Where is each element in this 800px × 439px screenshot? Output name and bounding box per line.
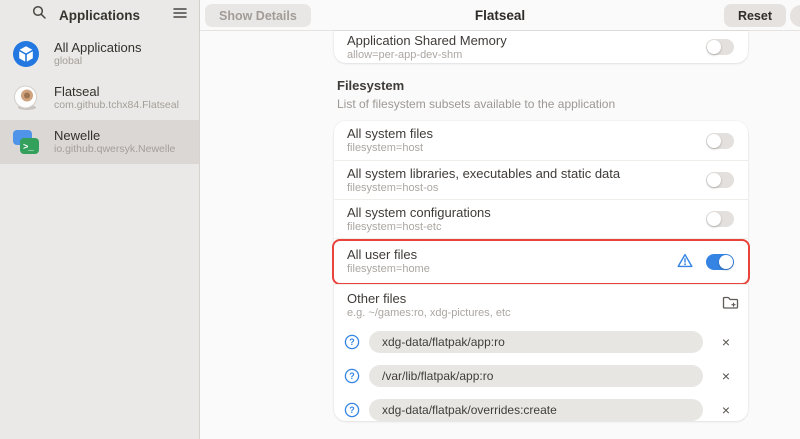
sidebar-item-newelle[interactable]: >_ Newelle io.github.qwersyk.Newelle xyxy=(0,120,199,164)
app-name: Flatseal xyxy=(54,84,179,99)
filesystem-entry-input[interactable] xyxy=(369,365,703,387)
filesystem-host-etc-toggle[interactable] xyxy=(706,211,734,227)
filesystem-section-title: Filesystem xyxy=(337,78,404,93)
toggle-knob xyxy=(707,212,721,226)
permission-subtitle: filesystem=host-os xyxy=(347,182,748,195)
sidebar-item-flatseal[interactable]: Flatseal com.github.tchx84.Flatseal xyxy=(0,76,199,120)
primary-menu-button[interactable] xyxy=(790,5,800,27)
filesystem-entry-input[interactable] xyxy=(369,399,703,421)
flatseal-app-icon xyxy=(12,84,40,112)
sidebar-menu-button[interactable] xyxy=(169,4,191,26)
permission-row-system-configurations: All system configurations filesystem=hos… xyxy=(334,199,748,238)
filesystem-section-description: List of filesystem subsets available to … xyxy=(337,97,615,111)
remove-entry-button[interactable]: × xyxy=(718,366,734,386)
permission-subtitle: filesystem=host-etc xyxy=(347,221,748,234)
permission-row-system-libraries: All system libraries, executables and st… xyxy=(334,160,748,199)
headerbar: Show Details Flatseal Reset xyxy=(200,0,800,31)
filesystem-entry-row: ? × xyxy=(334,331,748,353)
permission-title: All system configurations xyxy=(347,205,748,221)
app-id: com.github.tchx84.Flatseal xyxy=(54,99,179,112)
other-files-title: Other files xyxy=(347,291,748,307)
app-name: Newelle xyxy=(54,128,175,143)
help-button[interactable]: ? xyxy=(344,402,360,418)
app-name: All Applications xyxy=(54,40,141,55)
other-files-entries: ? × ? × ? × xyxy=(334,322,748,421)
filesystem-card: All system files filesystem=host All sys… xyxy=(334,121,748,421)
other-files-row: Other files e.g. ~/games:ro, xdg-picture… xyxy=(334,284,748,322)
newelle-app-icon: >_ xyxy=(12,128,40,156)
permission-row-all-system-files: All system files filesystem=host xyxy=(334,121,748,160)
svg-text:>_: >_ xyxy=(23,143,34,153)
close-icon: × xyxy=(722,368,730,384)
filesystem-home-toggle[interactable] xyxy=(706,254,734,270)
permission-subtitle: allow=per-app-dev-shm xyxy=(347,49,748,62)
filesystem-entry-row: ? × xyxy=(334,399,748,421)
sidebar-item-text: All Applications global xyxy=(54,40,141,68)
filesystem-host-toggle[interactable] xyxy=(706,133,734,149)
sidebar-item-text: Flatseal com.github.tchx84.Flatseal xyxy=(54,84,179,112)
remove-entry-button[interactable]: × xyxy=(718,332,734,352)
help-button[interactable]: ? xyxy=(344,334,360,350)
app-id: global xyxy=(54,55,141,68)
permission-subtitle: filesystem=host xyxy=(347,142,748,155)
other-files-subtitle: e.g. ~/games:ro, xdg-pictures, etc xyxy=(347,307,748,320)
svg-text:?: ? xyxy=(349,337,355,347)
app-id: io.github.qwersyk.Newelle xyxy=(54,143,175,156)
application-list: All Applications global Flatseal com.git… xyxy=(0,32,199,164)
sidebar-item-all-applications[interactable]: All Applications global xyxy=(0,32,199,76)
window-title: Flatseal xyxy=(200,8,800,23)
svg-text:?: ? xyxy=(349,405,355,415)
svg-text:?: ? xyxy=(349,371,355,381)
sidebar-header: Applications xyxy=(0,0,199,31)
reset-button[interactable]: Reset xyxy=(724,4,786,27)
help-button[interactable]: ? xyxy=(344,368,360,384)
shared-memory-card: Application Shared Memory allow=per-app-… xyxy=(334,31,748,63)
permission-title: All system files xyxy=(347,126,748,142)
permission-title: Application Shared Memory xyxy=(347,33,748,49)
applications-sidebar: Applications All Applicatio xyxy=(0,0,200,439)
close-icon: × xyxy=(722,334,730,350)
toggle-knob xyxy=(707,40,721,54)
warning-icon xyxy=(677,253,693,273)
permission-title: All system libraries, executables and st… xyxy=(347,166,748,182)
filesystem-entry-row: ? × xyxy=(334,365,748,387)
new-folder-icon xyxy=(722,295,739,315)
filesystem-entry-input[interactable] xyxy=(369,331,703,353)
toggle-knob xyxy=(707,173,721,187)
flatseal-window: Applications All Applicatio xyxy=(0,0,800,439)
hamburger-menu-icon xyxy=(173,6,187,24)
permission-row-shared-memory: Application Shared Memory allow=per-app-… xyxy=(334,31,748,63)
sidebar-item-text: Newelle io.github.qwersyk.Newelle xyxy=(54,128,175,156)
toggle-knob xyxy=(707,134,721,148)
permission-row-all-user-files: All user files filesystem=home xyxy=(334,238,748,284)
filesystem-host-os-toggle[interactable] xyxy=(706,172,734,188)
all-applications-icon xyxy=(12,40,40,68)
toggle-knob xyxy=(719,255,733,269)
remove-entry-button[interactable]: × xyxy=(718,400,734,420)
close-icon: × xyxy=(722,402,730,418)
permissions-panel: Application Shared Memory allow=per-app-… xyxy=(200,31,800,439)
shared-memory-toggle[interactable] xyxy=(706,39,734,55)
add-folder-button[interactable] xyxy=(720,295,740,315)
